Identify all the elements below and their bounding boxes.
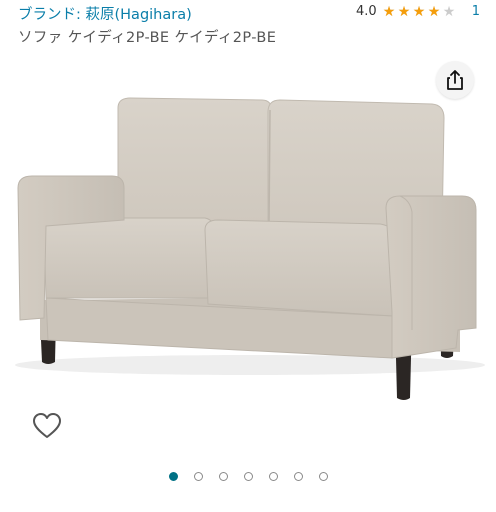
- star-rating: ★★★★★★★★★★: [383, 5, 458, 19]
- brand-link[interactable]: ブランド: 萩原(Hagihara): [18, 3, 192, 24]
- sofa-image: [15, 97, 485, 400]
- share-icon: [447, 70, 463, 90]
- brand-row: ブランド: 萩原(Hagihara) 4.0 ★★★★★★★★★★ 1: [18, 3, 480, 23]
- carousel-dot[interactable]: [268, 472, 278, 481]
- star-icon: ★★: [412, 3, 426, 20]
- heart-outline-icon: [33, 413, 61, 438]
- share-button[interactable]: [436, 61, 474, 99]
- carousel-dot[interactable]: [168, 472, 178, 481]
- rating-summary[interactable]: 4.0 ★★★★★★★★★★ 1: [356, 4, 480, 19]
- carousel-dot[interactable]: [193, 472, 203, 481]
- carousel-dot[interactable]: [318, 472, 328, 481]
- review-count[interactable]: 1: [472, 4, 480, 19]
- rating-value: 4.0: [356, 4, 377, 19]
- star-icon: ★★: [442, 3, 456, 20]
- carousel-dots: [0, 472, 496, 481]
- carousel-dot[interactable]: [218, 472, 228, 481]
- product-image[interactable]: [0, 90, 496, 405]
- star-icon: ★★: [427, 3, 441, 20]
- product-title: ソファ ケイディ2P-BE ケイディ2P-BE: [18, 30, 277, 46]
- star-icon: ★★: [397, 3, 411, 20]
- star-icon: ★★: [382, 3, 396, 20]
- carousel-dot[interactable]: [243, 472, 253, 481]
- carousel-dot[interactable]: [293, 472, 303, 481]
- wishlist-button[interactable]: [29, 409, 65, 443]
